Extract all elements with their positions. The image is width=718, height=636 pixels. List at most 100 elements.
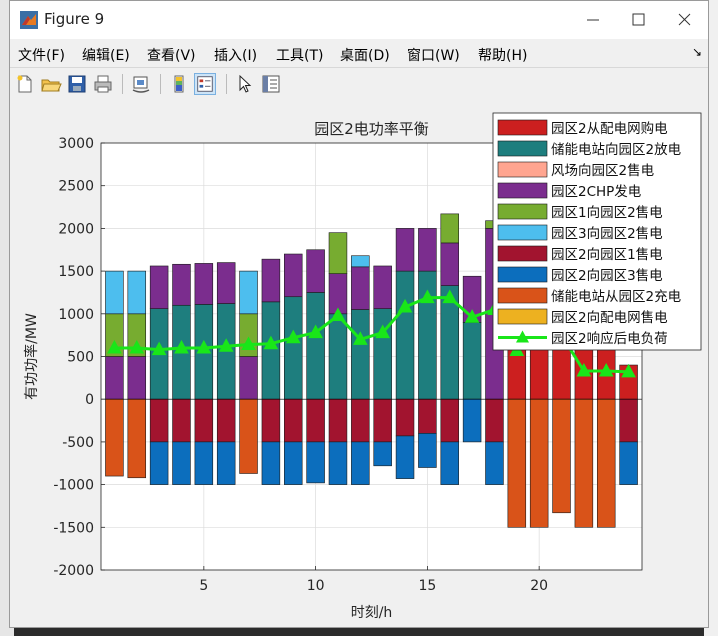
bar-segment: [440, 398, 459, 443]
save-icon[interactable]: [66, 73, 88, 95]
y-tick-label: 2000: [58, 221, 94, 237]
y-tick-label: -2000: [53, 563, 94, 579]
minimize-icon[interactable]: [573, 7, 613, 33]
y-tick-label: -500: [62, 435, 94, 451]
bar-segment: [395, 270, 415, 400]
figure-area: -2000 -1500 -1000 -500 0 500 1000 1500 2000 2500 3…: [10, 100, 708, 627]
open-file-icon[interactable]: [40, 73, 62, 95]
menu-edit[interactable]: 编辑(E): [82, 45, 130, 65]
legend: 园区2从配电网购电储能电站向园区2放电风场向园区2售电园区2CHP发电园区1向园…: [492, 112, 702, 351]
bar-segment: [105, 398, 124, 477]
bar-segment: [306, 441, 325, 484]
bar-segment: [149, 265, 169, 309]
menu-tools[interactable]: 工具(T): [276, 45, 323, 65]
bar-segment: [194, 441, 214, 485]
bar-segment: [149, 441, 169, 485]
legend-swatch: [497, 287, 548, 304]
new-figure-icon[interactable]: [14, 73, 36, 95]
bar-segment: [239, 356, 258, 400]
bar-segment: [261, 441, 281, 485]
property-inspector-icon[interactable]: [260, 73, 282, 95]
bar-segment: [127, 356, 147, 400]
legend-label: 园区2响应后电负荷: [551, 330, 668, 347]
legend-swatch: [497, 266, 548, 283]
menu-view[interactable]: 查看(V): [147, 45, 196, 65]
legend-label: 园区2向园区1售电: [551, 247, 663, 263]
legend-label: 园区2向配电网售电: [551, 310, 668, 326]
menu-insert[interactable]: 插入(I): [214, 45, 257, 65]
bar-segment: [261, 258, 281, 303]
bar-segment: [373, 308, 392, 400]
legend-swatch: [497, 182, 548, 199]
bar-segment: [127, 398, 147, 479]
bar-segment: [440, 242, 459, 286]
bar-segment: [328, 398, 348, 443]
print-icon[interactable]: [92, 73, 114, 95]
bar-segment: [239, 398, 258, 474]
pointer-icon[interactable]: [234, 73, 256, 95]
legend-label: 园区2CHP发电: [551, 184, 641, 200]
bar-segment: [328, 232, 348, 274]
bar-segment: [373, 441, 392, 467]
menu-help[interactable]: 帮助(H): [478, 45, 527, 65]
bar-segment: [351, 309, 370, 400]
menu-dock-arrow-icon[interactable]: ↘: [692, 45, 702, 59]
legend-swatch: [497, 224, 548, 241]
bar-segment: [440, 441, 459, 485]
x-tick-label: 15: [418, 578, 436, 594]
bar-segment: [172, 263, 191, 306]
bar-segment: [351, 398, 370, 443]
y-tick-label: 3000: [58, 136, 94, 152]
bar-segment: [351, 441, 370, 485]
close-icon[interactable]: [665, 7, 705, 33]
bar-segment: [462, 322, 482, 400]
legend-swatch: [497, 203, 548, 220]
y-tick-label: 2500: [58, 179, 94, 195]
y-tick-label: -1500: [53, 520, 94, 536]
legend-label: 储能电站从园区2充电: [551, 289, 681, 305]
toolbar: [10, 67, 708, 101]
legend-label: 园区3向园区2售电: [551, 226, 663, 242]
bar-segment: [395, 228, 415, 272]
bar-segment: [485, 441, 504, 485]
y-tick-label: 0: [85, 392, 94, 408]
bar-segment: [127, 270, 147, 315]
toolbar-separator: [122, 74, 123, 94]
legend-label: 园区2向园区3售电: [551, 268, 663, 284]
bar-segment: [261, 301, 281, 400]
bar-segment: [284, 441, 303, 485]
chart-title: 园区2电功率平衡: [314, 120, 429, 138]
bar-segment: [306, 292, 325, 400]
bar-segment: [351, 266, 370, 310]
menu-desktop[interactable]: 桌面(D): [340, 45, 390, 65]
x-tick-label: 5: [199, 578, 208, 594]
title-bar: Figure 9: [10, 1, 708, 39]
bar-segment: [395, 398, 415, 437]
bar-segment: [172, 441, 191, 485]
bar-segment: [552, 398, 571, 514]
menu-window[interactable]: 窗口(W): [407, 45, 460, 65]
bar-segment: [462, 398, 482, 443]
toolbar-separator: [226, 74, 227, 94]
power-balance-chart: -2000 -1500 -1000 -500 0 500 1000 1500 2000 2500 3…: [23, 112, 702, 621]
link-plot-icon[interactable]: [130, 73, 152, 95]
maximize-icon[interactable]: [619, 7, 659, 33]
bar-segment: [284, 253, 303, 298]
colorbar-icon[interactable]: [168, 73, 190, 95]
menu-file[interactable]: 文件(F): [18, 45, 65, 65]
bar-segment: [328, 313, 348, 400]
legend-swatch: [497, 140, 548, 157]
bar-segment: [328, 441, 348, 485]
y-tick-label: 1500: [58, 264, 94, 280]
x-axis-label: 时刻/h: [351, 605, 393, 621]
legend-icon[interactable]: [194, 73, 216, 95]
bar-segment: [172, 398, 191, 443]
toolbar-separator: [160, 74, 161, 94]
bar-segment: [373, 265, 392, 309]
bar-segment: [239, 313, 258, 357]
bar-segment: [261, 398, 281, 443]
bar-segment: [596, 398, 616, 528]
bar-segment: [485, 398, 504, 443]
bar-segment: [239, 270, 258, 315]
legend-swatch: [497, 119, 548, 136]
